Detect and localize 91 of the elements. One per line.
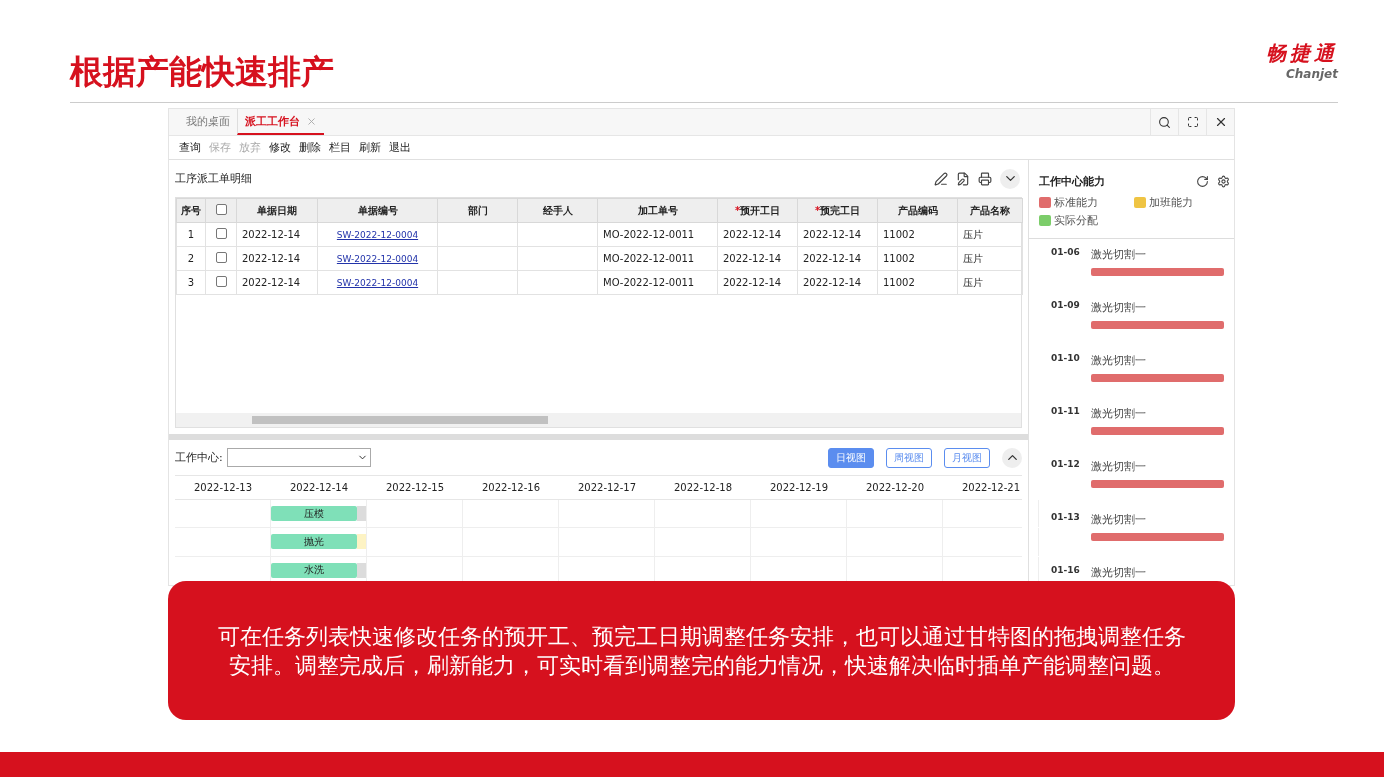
legend-label: 实际分配: [1054, 213, 1098, 228]
slide-title: 根据产能快速排产: [70, 51, 334, 93]
horizontal-scrollbar[interactable]: [176, 413, 1021, 428]
column-title: 产品编码: [897, 204, 938, 216]
table-cell: 2: [176, 246, 206, 271]
capacity-date: 01-12: [1051, 459, 1081, 471]
toolbar-button[interactable]: 刷新: [359, 140, 381, 155]
date-header: 2022-12-18: [672, 481, 734, 496]
edit-icon[interactable]: [956, 171, 970, 186]
section-title: 工序派工单明细: [175, 171, 252, 187]
table-cell: 11002: [877, 270, 958, 295]
table-cell: 2022-12-14: [797, 270, 878, 295]
date-header: 2022-12-20: [864, 481, 926, 496]
logo-subtitle: Chanjet: [1286, 67, 1338, 81]
table-cell: 1: [176, 222, 206, 247]
table-cell: 3: [176, 270, 206, 295]
date-header: 2022-12-21: [960, 481, 1022, 496]
capacity-date: 01-16: [1051, 565, 1081, 577]
table-cell: 2022-12-14: [717, 270, 798, 295]
toolbar-button[interactable]: 退出: [389, 140, 411, 155]
maximize-icon[interactable]: [1186, 116, 1199, 128]
table-cell: 2022-12-14: [797, 222, 878, 247]
capacity-date: 01-09: [1051, 300, 1081, 312]
settings-icon[interactable]: [1217, 175, 1230, 188]
table-cell: 11002: [877, 246, 958, 271]
search-icon[interactable]: [1158, 115, 1171, 129]
legend-label: 标准能力: [1054, 195, 1098, 210]
toolbar-button[interactable]: 修改: [269, 140, 291, 155]
task-bar[interactable]: 压模: [271, 506, 357, 521]
work-center-name: 激光切割一: [1091, 353, 1147, 368]
table-cell: 2022-12-14: [717, 222, 798, 247]
legend-label: 加班能力: [1148, 195, 1193, 210]
column-title: 产品名称: [970, 204, 1010, 216]
work-center-name: 激光切割一: [1091, 247, 1147, 262]
collapse-button[interactable]: [1002, 447, 1022, 468]
table-cell: MO-2022-12-0011: [597, 222, 718, 247]
date-header: 2022-12-13: [192, 481, 254, 496]
column-title: 单据编号: [357, 204, 398, 216]
required-mark: *: [734, 204, 741, 216]
work-center-name: 激光切割一: [1091, 565, 1147, 580]
toolbar-button[interactable]: 删除: [299, 140, 321, 155]
column-title: 预开工日: [740, 204, 781, 216]
date-header: 2022-12-16: [480, 481, 542, 496]
work-center-name: 激光切割一: [1091, 459, 1147, 474]
callout-text: 可在任务列表快速修改任务的预开工、预完工日期调整任务安排，也可以通过甘特图的拖拽调整任务安排。调整完成后，刷新能力，可实时看到调整完的能力情况，快速解决临时插单产能调整问题。: [168, 581, 1235, 720]
table-cell: 2022-12-14: [797, 246, 878, 271]
collapse-button[interactable]: [1000, 168, 1020, 189]
checkbox[interactable]: [215, 276, 227, 288]
capacity-date: 01-13: [1051, 512, 1081, 524]
table-cell: MO-2022-12-0011: [597, 270, 718, 295]
toolbar-button[interactable]: 查询: [179, 140, 201, 155]
work-center-name: 激光切割一: [1091, 512, 1147, 527]
table-cell: 2022-12-14: [236, 270, 318, 295]
column-title: 经手人: [542, 204, 573, 216]
date-header: 2022-12-14: [288, 481, 350, 496]
printer-icon[interactable]: [978, 171, 992, 186]
panel-title: 工作中心能力: [1039, 174, 1105, 189]
column-title: 预完工日: [820, 204, 861, 216]
column-title: 加工单号: [637, 204, 678, 216]
required-mark: *: [814, 204, 821, 216]
column-title: 部门: [467, 204, 488, 216]
work-center-name: 激光切割一: [1091, 406, 1147, 421]
table-cell: 压片: [957, 246, 1023, 271]
table-cell: 2022-12-14: [236, 246, 318, 271]
logo-name: 畅捷通: [1266, 40, 1338, 67]
tab[interactable]: 我的桌面: [179, 109, 237, 135]
column-title: 序号: [181, 204, 201, 216]
table-cell: 压片: [957, 222, 1023, 247]
column-title: 单据日期: [257, 204, 297, 216]
tab[interactable]: 派工工作台: [237, 109, 324, 135]
checkbox[interactable]: [215, 228, 227, 240]
filter-label: 工作中心:: [175, 450, 223, 466]
toolbar-button[interactable]: 栏目: [329, 140, 351, 155]
checkbox[interactable]: [215, 204, 227, 216]
capacity-date: 01-11: [1051, 406, 1081, 418]
table-cell: 2022-12-14: [717, 246, 798, 271]
task-bar[interactable]: 水洗: [271, 562, 357, 578]
table-cell: 11002: [877, 222, 958, 247]
capacity-date: 01-10: [1051, 353, 1081, 365]
date-header: 2022-12-17: [576, 481, 638, 496]
refresh-icon[interactable]: [1196, 175, 1209, 188]
table-cell: MO-2022-12-0011: [597, 246, 718, 271]
table-cell: 2022-12-14: [236, 222, 318, 247]
date-header: 2022-12-19: [768, 481, 830, 496]
checkbox[interactable]: [215, 252, 227, 264]
date-header: 2022-12-15: [384, 481, 446, 496]
capacity-date: 01-06: [1051, 247, 1081, 259]
task-bar[interactable]: 抛光: [271, 534, 357, 550]
work-center-name: 激光切割一: [1091, 300, 1147, 315]
table-cell: 压片: [957, 270, 1023, 295]
pen-icon[interactable]: [934, 171, 948, 186]
